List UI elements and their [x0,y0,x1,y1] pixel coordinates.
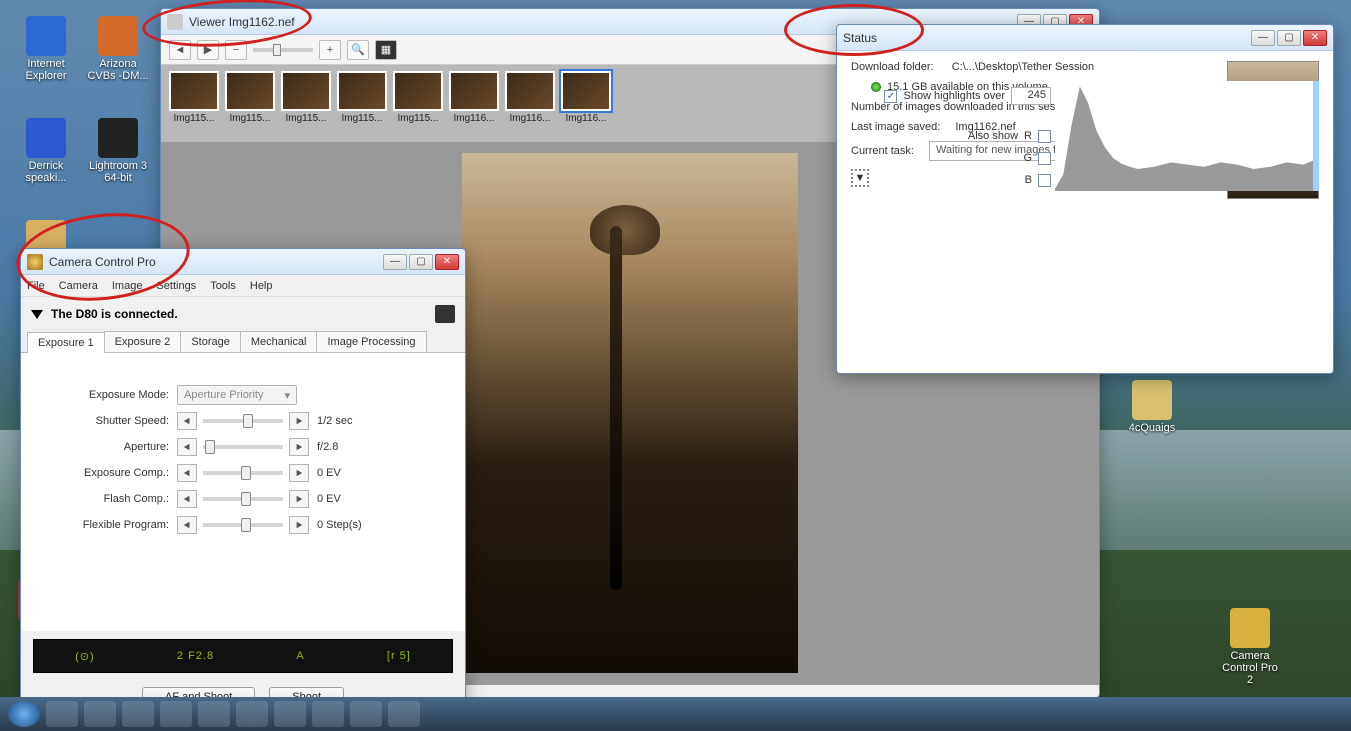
ev-increment[interactable] [289,464,309,482]
exposure-panel: Exposure Mode: Aperture Priority▾ Shutte… [21,353,465,631]
exposure-mode-label: Exposure Mode: [39,389,177,401]
close-button[interactable]: ✕ [1303,30,1327,46]
aperture-slider[interactable] [203,445,283,449]
tab-mechanical[interactable]: Mechanical [240,331,318,352]
ccpro-title: Camera Control Pro [49,255,383,269]
highlights-input[interactable]: 245 [1011,87,1051,105]
preview-image [462,153,798,673]
status-title: Status [843,31,1251,45]
taskbar-item[interactable] [198,701,230,727]
exposure-mode-select[interactable]: Aperture Priority▾ [177,385,297,405]
menu-help[interactable]: Help [250,280,273,292]
lcd-frames: [r 5] [387,650,411,662]
tab-storage[interactable]: Storage [180,331,241,352]
flex-decrement[interactable] [177,516,197,534]
thumbnail[interactable]: Img115... [225,71,275,124]
desktop-icon[interactable]: 4cQuaigs [1120,380,1184,434]
shutter-increment[interactable] [289,412,309,430]
status-titlebar[interactable]: Status — ▢ ✕ [837,25,1333,51]
taskbar-item[interactable] [122,701,154,727]
aperture-increment[interactable] [289,438,309,456]
thumbnail[interactable]: Img115... [393,71,443,124]
desktop-icon[interactable]: Internet Explorer [14,16,78,82]
taskbar-item[interactable] [236,701,268,727]
histogram [1055,81,1319,191]
r-checkbox[interactable] [1038,130,1051,143]
lcd-af-icon: (⊙) [75,650,95,663]
taskbar-item[interactable] [312,701,344,727]
menu-settings[interactable]: Settings [156,280,196,292]
menu-tools[interactable]: Tools [210,280,236,292]
shutter-slider[interactable] [203,419,283,423]
lcd-display: (⊙) 2 F2.8 A [r 5] [33,639,453,673]
camera-control-window: Camera Control Pro — ▢ ✕ File Camera Image… [20,248,466,714]
play-button[interactable]: ▶ [197,40,219,60]
zoom-out-button[interactable]: − [225,40,247,60]
desktop-icon[interactable]: Camera Control Pro 2 [1218,608,1282,686]
flash-increment[interactable] [289,490,309,508]
maximize-button[interactable]: ▢ [409,254,433,270]
desktop-icon[interactable]: Lightroom 3 64-bit [86,118,150,184]
zoom-fit-icon[interactable]: 🔍 [347,40,369,60]
tab-image-processing[interactable]: Image Processing [316,331,426,352]
folder-path: C:\...\Desktop\Tether Session [952,61,1094,73]
folder-label: Download folder: [851,61,934,73]
menu-file[interactable]: File [27,280,45,292]
chevron-down-icon: ▾ [284,389,290,402]
taskbar[interactable] [0,697,1351,731]
taskbar-item[interactable] [274,701,306,727]
tab-exposure-1[interactable]: Exposure 1 [27,332,105,353]
thumbnail[interactable]: Img116... [449,71,499,124]
menu-camera[interactable]: Camera [59,280,98,292]
g-checkbox[interactable] [1038,152,1051,165]
connection-status: The D80 is connected. [21,297,465,331]
app-icon [167,14,183,30]
zoom-slider[interactable] [253,48,313,52]
b-checkbox[interactable] [1038,174,1051,187]
thumbnail[interactable]: Img116... [505,71,555,124]
thumbnail[interactable]: Img115... [337,71,387,124]
minimize-button[interactable]: — [1251,30,1275,46]
flash-slider[interactable] [203,497,283,501]
also-show-label: Also show [968,130,1018,142]
flex-slider[interactable] [203,523,283,527]
thumbnail[interactable]: Img115... [169,71,219,124]
taskbar-item[interactable] [160,701,192,727]
ev-decrement[interactable] [177,464,197,482]
minimize-button[interactable]: — [383,254,407,270]
camera-icon [435,305,455,323]
flash-decrement[interactable] [177,490,197,508]
thumbnail[interactable]: Img116... [561,71,611,124]
close-button[interactable]: ✕ [435,254,459,270]
flex-increment[interactable] [289,516,309,534]
lcd-mode: A [296,650,304,662]
maximize-button[interactable]: ▢ [1277,30,1301,46]
status-text: The D80 is connected. [51,307,178,321]
prev-button[interactable]: ◄ [169,40,191,60]
taskbar-item[interactable] [350,701,382,727]
start-button[interactable] [8,701,40,727]
desktop-icon[interactable]: Derrick speaki... [14,118,78,184]
ccpro-titlebar[interactable]: Camera Control Pro — ▢ ✕ [21,249,465,275]
zoom-in-button[interactable]: + [319,40,341,60]
tab-bar: Exposure 1Exposure 2StorageMechanicalIma… [21,331,465,353]
highlights-label: Show highlights over [903,90,1005,102]
disclosure-triangle-icon[interactable] [31,310,43,319]
app-icon [27,254,43,270]
menu-bar[interactable]: File Camera Image Settings Tools Help [21,275,465,297]
highlights-checkbox[interactable]: ✓ [884,90,897,103]
desktop-icon[interactable]: Arizona CVBs -DM... [86,16,150,82]
taskbar-item[interactable] [388,701,420,727]
shutter-decrement[interactable] [177,412,197,430]
taskbar-item[interactable] [84,701,116,727]
status-window: Status — ▢ ✕ Download folder: C:\...\Des… [836,24,1334,374]
aperture-decrement[interactable] [177,438,197,456]
tab-exposure-2[interactable]: Exposure 2 [104,331,182,352]
ev-slider[interactable] [203,471,283,475]
taskbar-item[interactable] [46,701,78,727]
menu-image[interactable]: Image [112,280,143,292]
thumbnail[interactable]: Img115... [281,71,331,124]
grid-toggle-icon[interactable]: ▦ [375,40,397,60]
